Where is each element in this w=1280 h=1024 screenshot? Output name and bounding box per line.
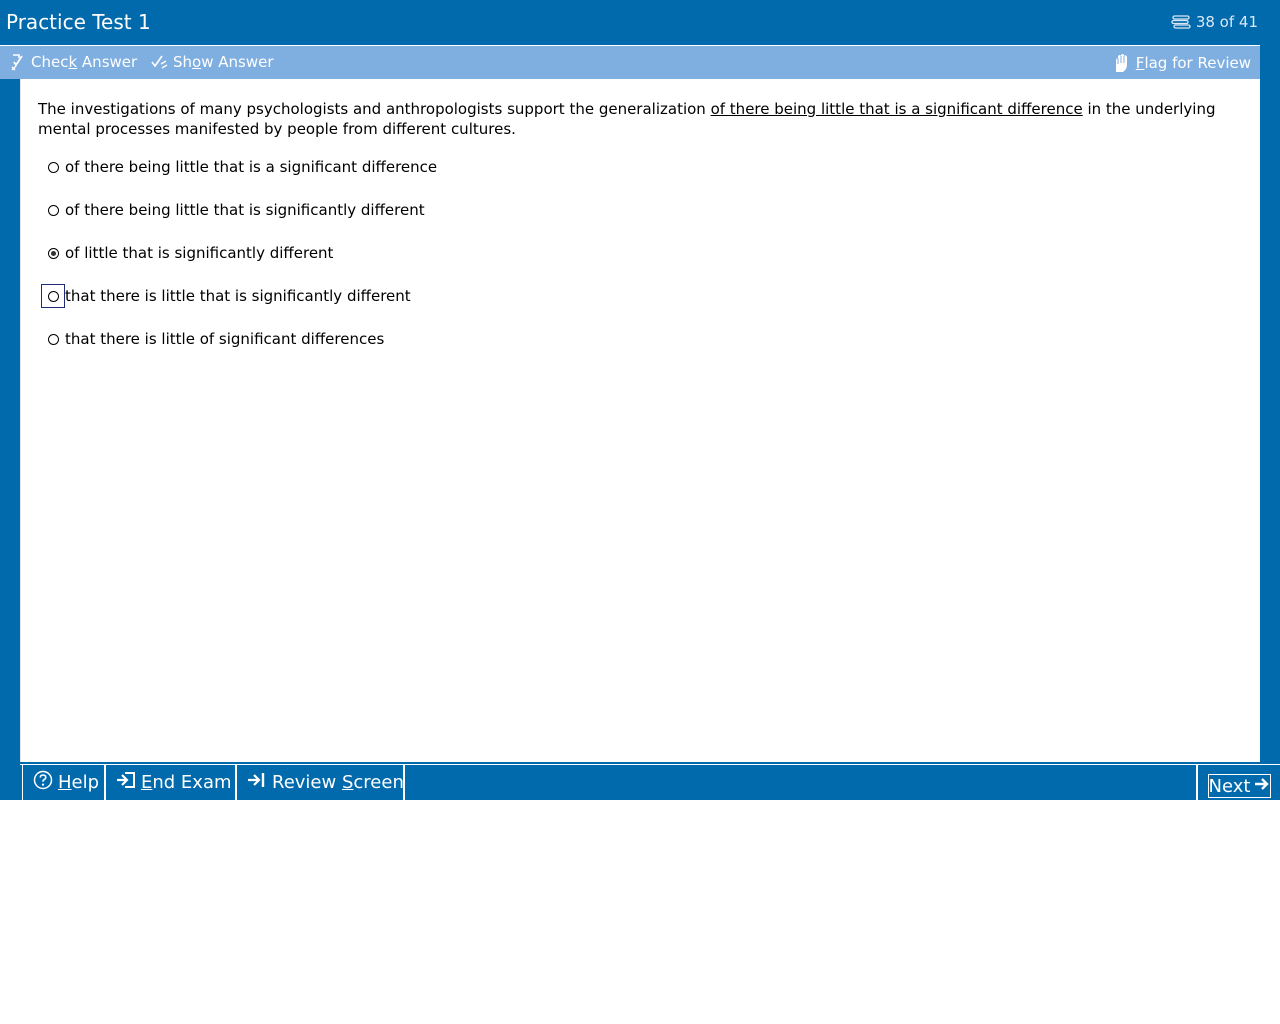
radio-button[interactable] xyxy=(41,155,65,179)
page-title: Practice Test 1 xyxy=(6,10,151,34)
flag-for-review-label: Flag for Review xyxy=(1135,54,1251,72)
end-exam-label: End Exam xyxy=(141,772,232,793)
question-counter-text: 38 of 41 xyxy=(1195,13,1258,31)
answer-choice-b[interactable]: of there being little that is significan… xyxy=(41,198,425,222)
title-bar: Practice Test 1 38 of 41 xyxy=(0,0,1280,45)
help-button[interactable]: Help xyxy=(22,765,106,800)
check-pen-icon xyxy=(10,53,26,71)
question-stem: The investigations of many psychologists… xyxy=(38,100,1216,138)
answer-choice-text: that there is little of significant diff… xyxy=(65,330,385,348)
toolbar: Check Answer Show Answer Flag for Review xyxy=(0,45,1260,79)
bottom-navigation: Help End Exam Review Screen Next xyxy=(20,764,1280,800)
radio-button[interactable] xyxy=(41,284,65,308)
help-circle-icon xyxy=(33,770,53,795)
answer-choice-a[interactable]: of there being little that is a signific… xyxy=(41,155,437,179)
check-answer-button[interactable]: Check Answer xyxy=(10,53,137,71)
question-panel: The investigations of many psychologists… xyxy=(20,79,1260,762)
review-screen-label: Review Screen xyxy=(272,772,404,793)
exam-window: Practice Test 1 38 of 41 Check Answer Sh… xyxy=(0,0,1280,800)
answer-choice-text: of there being little that is significan… xyxy=(65,201,425,219)
end-exam-arrow-icon xyxy=(116,771,136,794)
check-answer-label: Check Answer xyxy=(31,53,138,71)
show-answer-label: Show Answer xyxy=(173,53,274,71)
flag-for-review-button[interactable]: Flag for Review xyxy=(1113,53,1251,73)
radio-button[interactable] xyxy=(41,198,65,222)
question-counter: 38 of 41 xyxy=(1171,13,1258,31)
radio-button[interactable] xyxy=(41,327,65,351)
show-pen-icon xyxy=(150,53,168,71)
underlined-phrase: of there being little that is a signific… xyxy=(710,100,1083,118)
show-answer-button[interactable]: Show Answer xyxy=(150,53,274,71)
answer-choice-d[interactable]: that there is little that is significant… xyxy=(41,284,411,308)
answer-choice-text: that there is little that is significant… xyxy=(65,287,411,305)
stack-icon xyxy=(1171,15,1191,29)
next-button-area: Next xyxy=(1196,765,1280,800)
review-screen-button[interactable]: Review Screen xyxy=(237,765,405,800)
answer-choice-e[interactable]: that there is little of significant diff… xyxy=(41,327,384,351)
answer-choice-c[interactable]: of little that is significantly differen… xyxy=(41,241,333,265)
end-exam-button[interactable]: End Exam xyxy=(106,765,237,800)
next-button[interactable]: Next xyxy=(1208,774,1271,798)
next-label: Next xyxy=(1208,775,1251,797)
review-arrow-icon xyxy=(247,771,267,794)
answer-choice-text: of there being little that is a signific… xyxy=(65,158,438,176)
help-label: Help xyxy=(58,772,100,793)
right-arrow-icon xyxy=(1254,776,1270,797)
radio-button[interactable] xyxy=(41,241,65,265)
flag-hand-icon xyxy=(1113,53,1131,73)
answer-choice-text: of little that is significantly differen… xyxy=(65,244,334,262)
